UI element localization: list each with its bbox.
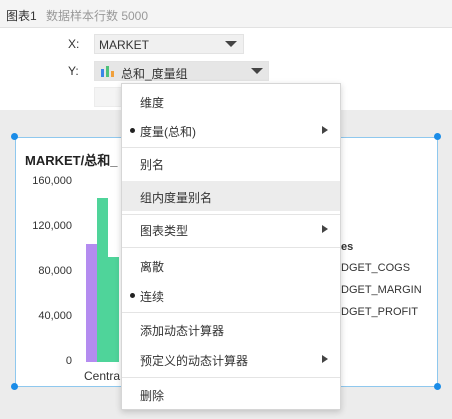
menu-item-label: 预定义的动态计算器	[140, 354, 249, 368]
y-axis-label: Y:	[68, 64, 79, 78]
y-axis: 160,000 120,000 80,000 40,000 0	[20, 170, 72, 370]
menu-item-label: 别名	[140, 158, 165, 172]
menu-item-predefined-dynamic-calculator[interactable]: 预定义的动态计算器	[122, 348, 340, 370]
menu-item-label: 离散	[140, 260, 165, 274]
menu-item-label: 度量(总和)	[140, 125, 196, 139]
menu-item-group-measure-alias[interactable]: 组内度量别名	[122, 181, 340, 211]
y-tick-label: 0	[65, 355, 72, 367]
menu-item-add-dynamic-calculator[interactable]: 添加动态计算器	[122, 318, 340, 340]
bar-dget_cogs[interactable]	[86, 243, 97, 362]
menu-item-measure-sum[interactable]: 度量(总和)	[122, 119, 340, 141]
bar-dget_profit[interactable]	[108, 257, 119, 362]
resize-handle-top-left[interactable]	[11, 133, 18, 140]
menu-divider	[122, 147, 340, 148]
legend-title: es	[341, 241, 354, 253]
y-tick-label: 80,000	[38, 265, 72, 277]
y-tick-label: 160,000	[32, 175, 72, 187]
menu-item-alias[interactable]: 别名	[122, 152, 340, 174]
x-axis-select[interactable]: MARKET	[94, 34, 244, 54]
chart-tab-title[interactable]: 图表1	[6, 7, 37, 24]
chevron-down-icon	[225, 41, 237, 47]
x-axis-value: MARKET	[99, 38, 150, 52]
menu-item-label: 删除	[140, 389, 165, 403]
chevron-right-icon	[322, 225, 328, 233]
chevron-right-icon	[322, 355, 328, 363]
menu-divider	[122, 247, 340, 248]
x-axis-label: X:	[68, 37, 80, 51]
y-axis-select[interactable]: 总和_度量组	[94, 61, 269, 81]
sample-rows-label: 数据样本行数 5000	[46, 9, 149, 23]
menu-divider	[122, 312, 340, 313]
resize-handle-bottom-left[interactable]	[11, 383, 18, 390]
top-bar: 图表1 数据样本行数 5000	[0, 0, 452, 28]
x-category-label: Centra	[84, 369, 121, 383]
y-tick-label: 40,000	[38, 310, 72, 322]
y-tick-label: 120,000	[32, 220, 72, 232]
menu-item-label: 连续	[140, 290, 165, 304]
menu-item-label: 组内度量别名	[140, 191, 213, 205]
menu-item-label: 添加动态计算器	[140, 324, 225, 338]
legend-item[interactable]: DGET_COGS	[341, 262, 410, 274]
y-axis-value: 总和_度量组	[121, 67, 188, 81]
context-menu: 维度 度量(总和) 别名 组内度量别名 图表类型 离散 连续 添加动态计算器 预…	[121, 83, 341, 410]
menu-item-chart-type[interactable]: 图表类型	[122, 218, 340, 240]
menu-divider	[122, 377, 340, 378]
chart-title: MARKET/总和_	[25, 153, 118, 168]
chevron-down-icon	[251, 68, 263, 74]
menu-item-discrete[interactable]: 离散	[122, 254, 340, 276]
menu-divider	[122, 214, 340, 215]
resize-handle-bottom-right[interactable]	[434, 383, 441, 390]
bullet-icon	[130, 128, 135, 133]
bar-chart-icon	[101, 66, 114, 77]
legend-item[interactable]: DGET_PROFIT	[341, 306, 418, 318]
legend-item[interactable]: DGET_MARGIN	[341, 284, 422, 296]
menu-item-dimension[interactable]: 维度	[122, 90, 340, 112]
bar-dget_margin[interactable]	[97, 197, 108, 362]
resize-handle-top-right[interactable]	[434, 133, 441, 140]
chevron-right-icon	[322, 126, 328, 134]
menu-item-label: 维度	[140, 96, 165, 110]
menu-item-label: 图表类型	[140, 224, 189, 238]
menu-item-continuous[interactable]: 连续	[122, 284, 340, 306]
bullet-icon	[130, 293, 135, 298]
menu-item-delete[interactable]: 删除	[122, 383, 340, 405]
